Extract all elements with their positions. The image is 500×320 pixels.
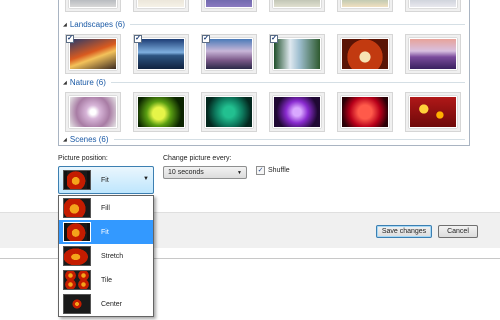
- category-header-scenes[interactable]: ◢ Scenes (6): [63, 135, 465, 144]
- change-every-label: Change picture every:: [163, 155, 232, 162]
- collapse-triangle-icon[interactable]: ◢: [63, 80, 67, 86]
- thumbnail[interactable]: [269, 0, 325, 12]
- thumbnail-row-landscapes: ✓ ✓ ✓ ✓: [65, 34, 461, 74]
- chevron-down-icon: ▼: [237, 170, 242, 176]
- position-option-stretch[interactable]: Stretch: [59, 244, 153, 268]
- checkmark-icon[interactable]: ✓: [202, 35, 210, 43]
- category-label: Landscapes (6): [69, 20, 126, 29]
- category-label: Nature (6): [69, 78, 106, 87]
- thumbnail[interactable]: [337, 34, 393, 74]
- checkmark-icon[interactable]: ✓: [270, 35, 278, 43]
- category-header-landscapes[interactable]: ◢ Landscapes (6): [63, 20, 465, 29]
- picture-position-label: Picture position:: [58, 155, 108, 162]
- thumbnail[interactable]: [201, 92, 257, 132]
- thumbnail[interactable]: ✓: [133, 34, 189, 74]
- change-every-select[interactable]: 10 seconds ▼: [163, 166, 247, 179]
- category-header-nature[interactable]: ◢ Nature (6): [63, 78, 465, 87]
- center-preview-thumb: [63, 294, 91, 314]
- thumbnail[interactable]: [337, 0, 393, 12]
- thumbnail[interactable]: [405, 92, 461, 132]
- thumbnail[interactable]: [65, 0, 121, 12]
- thumbnail[interactable]: ✓: [201, 34, 257, 74]
- cancel-button[interactable]: Cancel: [438, 225, 478, 238]
- tile-preview-thumb: [63, 270, 91, 290]
- category-divider: [130, 24, 465, 25]
- checkmark-icon[interactable]: ✓: [134, 35, 142, 43]
- chevron-down-icon: ▼: [143, 176, 149, 182]
- position-option-tile[interactable]: Tile: [59, 268, 153, 292]
- thumbnail[interactable]: [133, 0, 189, 12]
- shuffle-checkbox[interactable]: ✓: [256, 166, 265, 175]
- save-changes-button[interactable]: Save changes: [376, 225, 432, 238]
- option-label: Fill: [101, 204, 110, 212]
- position-preview-thumb: [63, 170, 91, 190]
- thumbnail[interactable]: ✓: [269, 34, 325, 74]
- category-divider: [113, 139, 465, 140]
- fit-preview-thumb: [63, 222, 91, 242]
- thumbnail[interactable]: [405, 0, 461, 12]
- position-option-center[interactable]: Center: [59, 292, 153, 316]
- category-divider: [110, 82, 465, 83]
- position-option-fill[interactable]: Fill: [59, 196, 153, 220]
- picture-position-combo[interactable]: Fit ▼: [58, 166, 154, 194]
- option-label: Tile: [101, 276, 113, 284]
- thumbnail[interactable]: [337, 92, 393, 132]
- thumbnail-row-nature: [65, 92, 461, 132]
- fill-preview-thumb: [63, 198, 91, 218]
- picture-position-dropdown: Fill Fit Stretch Tile Center: [58, 195, 154, 317]
- collapse-triangle-icon[interactable]: ◢: [63, 137, 67, 143]
- thumbnail[interactable]: [269, 92, 325, 132]
- option-label: Fit: [101, 228, 109, 236]
- option-label: Stretch: [101, 252, 124, 260]
- option-label: Center: [101, 300, 123, 308]
- thumbnail[interactable]: ✓: [65, 34, 121, 74]
- shuffle-option[interactable]: ✓ Shuffle: [256, 166, 290, 175]
- stretch-preview-thumb: [63, 246, 91, 266]
- thumbnail[interactable]: [65, 92, 121, 132]
- shuffle-label: Shuffle: [268, 167, 290, 174]
- change-every-value: 10 seconds: [168, 169, 204, 176]
- checkmark-icon[interactable]: ✓: [66, 35, 74, 43]
- picture-gallery[interactable]: ◢ Landscapes (6) ✓ ✓ ✓ ✓ ◢ Nature (6) ◢ …: [58, 0, 470, 146]
- category-label: Scenes (6): [69, 135, 109, 144]
- collapse-triangle-icon[interactable]: ◢: [63, 22, 67, 28]
- thumbnail[interactable]: [201, 0, 257, 12]
- position-option-fit[interactable]: Fit: [59, 220, 153, 244]
- thumbnail[interactable]: [133, 92, 189, 132]
- thumbnail-row-previous: [65, 0, 461, 12]
- thumbnail[interactable]: [405, 34, 461, 74]
- picture-position-value: Fit: [101, 176, 109, 184]
